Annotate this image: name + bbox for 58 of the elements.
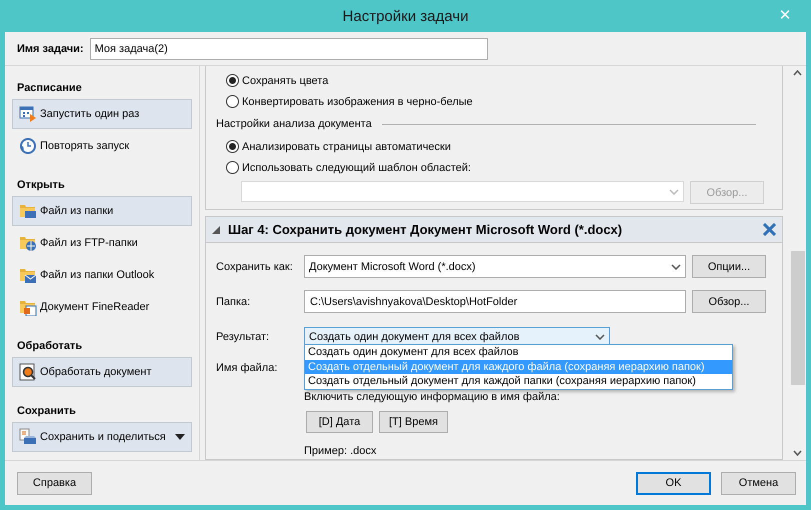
sidebar-item[interactable]: Сохранить и поделиться	[12, 422, 192, 452]
chevron-down-icon	[669, 188, 679, 194]
clock-icon	[19, 137, 37, 155]
folder-envelope-icon	[19, 266, 37, 284]
field-label: Папка:	[216, 296, 252, 308]
chevron-down-icon	[595, 334, 605, 340]
field-label: Результат:	[216, 330, 270, 342]
chevron-down-icon	[671, 264, 681, 270]
section-title: Обработать	[16, 339, 84, 352]
dropdown-option[interactable]: Создать отдельный документ для каждой папки (сохраняя иерархию папок)	[305, 374, 732, 388]
calendar-icon	[19, 105, 37, 123]
section-title: Сохранить	[16, 404, 77, 417]
collapse-triangle-icon[interactable]	[212, 226, 220, 234]
help-button[interactable]: Справка	[17, 472, 92, 494]
example-text: Пример: .docx	[304, 445, 378, 457]
ok-button[interactable]: OK	[636, 472, 711, 494]
cancel-button[interactable]: Отмена	[721, 472, 796, 494]
radio-label: Использовать следующий шаблон областей:	[242, 162, 471, 174]
radio-label: Конвертировать изображения в черно-белые	[242, 96, 473, 108]
sidebar-item[interactable]: Документ FineReader	[12, 292, 192, 322]
task-name-field[interactable]: Моя задача(2)	[90, 38, 488, 60]
task-name-label: Имя задачи:	[17, 42, 84, 54]
folder-globe-icon	[19, 234, 37, 252]
scroll-up-icon	[793, 70, 802, 76]
section-title: Расписание	[16, 81, 83, 94]
field-label: Имя файла:	[216, 362, 278, 374]
scroll-down-icon	[793, 450, 802, 456]
window-title: Настройки задачи	[342, 8, 468, 24]
sidebar-item[interactable]: Повторять запуск	[12, 131, 192, 161]
browse-button[interactable]: Обзор...	[692, 290, 766, 313]
folder-document-icon	[19, 298, 37, 316]
sidebar-item[interactable]: Обработать документ	[12, 357, 192, 387]
step-title: Шаг 4: Сохранить документ Документ Microsoft Word (*.docx)	[228, 222, 622, 237]
sidebar-item[interactable]: Файл из папки	[12, 196, 192, 226]
radio-label: Сохранять цвета	[242, 74, 328, 86]
radio-label: Анализировать страницы автоматически	[242, 140, 451, 152]
radio-button[interactable]	[226, 161, 239, 174]
magnifier-icon	[19, 363, 37, 381]
field-label: Сохранить как:	[216, 260, 294, 272]
radio-button[interactable]	[226, 140, 239, 153]
share-icon	[19, 428, 37, 446]
section-title: Открыть	[16, 178, 66, 191]
radio-button[interactable]	[226, 95, 239, 108]
close-icon[interactable]	[763, 223, 776, 236]
radio-button[interactable]	[226, 74, 239, 87]
folder-tray-icon	[19, 202, 37, 220]
result-dropdown[interactable]: Создать один документ для всех файлов	[304, 326, 610, 346]
group-title: Настройки анализа документа	[216, 118, 372, 130]
insert-button[interactable]: [T] Время	[379, 411, 448, 433]
sidebar-item[interactable]: Файл из папки Outlook	[12, 260, 192, 290]
format-dropdown[interactable]: Документ Microsoft Word (*.docx)	[304, 255, 686, 278]
dropdown-option[interactable]: Создать один документ для всех файлов	[305, 345, 732, 360]
include-label: Включить следующую информацию в имя файла:	[304, 391, 561, 403]
insert-button[interactable]: [D] Дата	[306, 411, 373, 433]
sidebar-item[interactable]: Файл из FTP-папки	[12, 228, 192, 258]
folder-field[interactable]: C:\Users\avishnyakova\Desktop\HotFolder	[304, 290, 686, 313]
options-button[interactable]: Опции...	[692, 255, 766, 278]
sidebar-item[interactable]: Запустить один раз	[12, 99, 192, 129]
